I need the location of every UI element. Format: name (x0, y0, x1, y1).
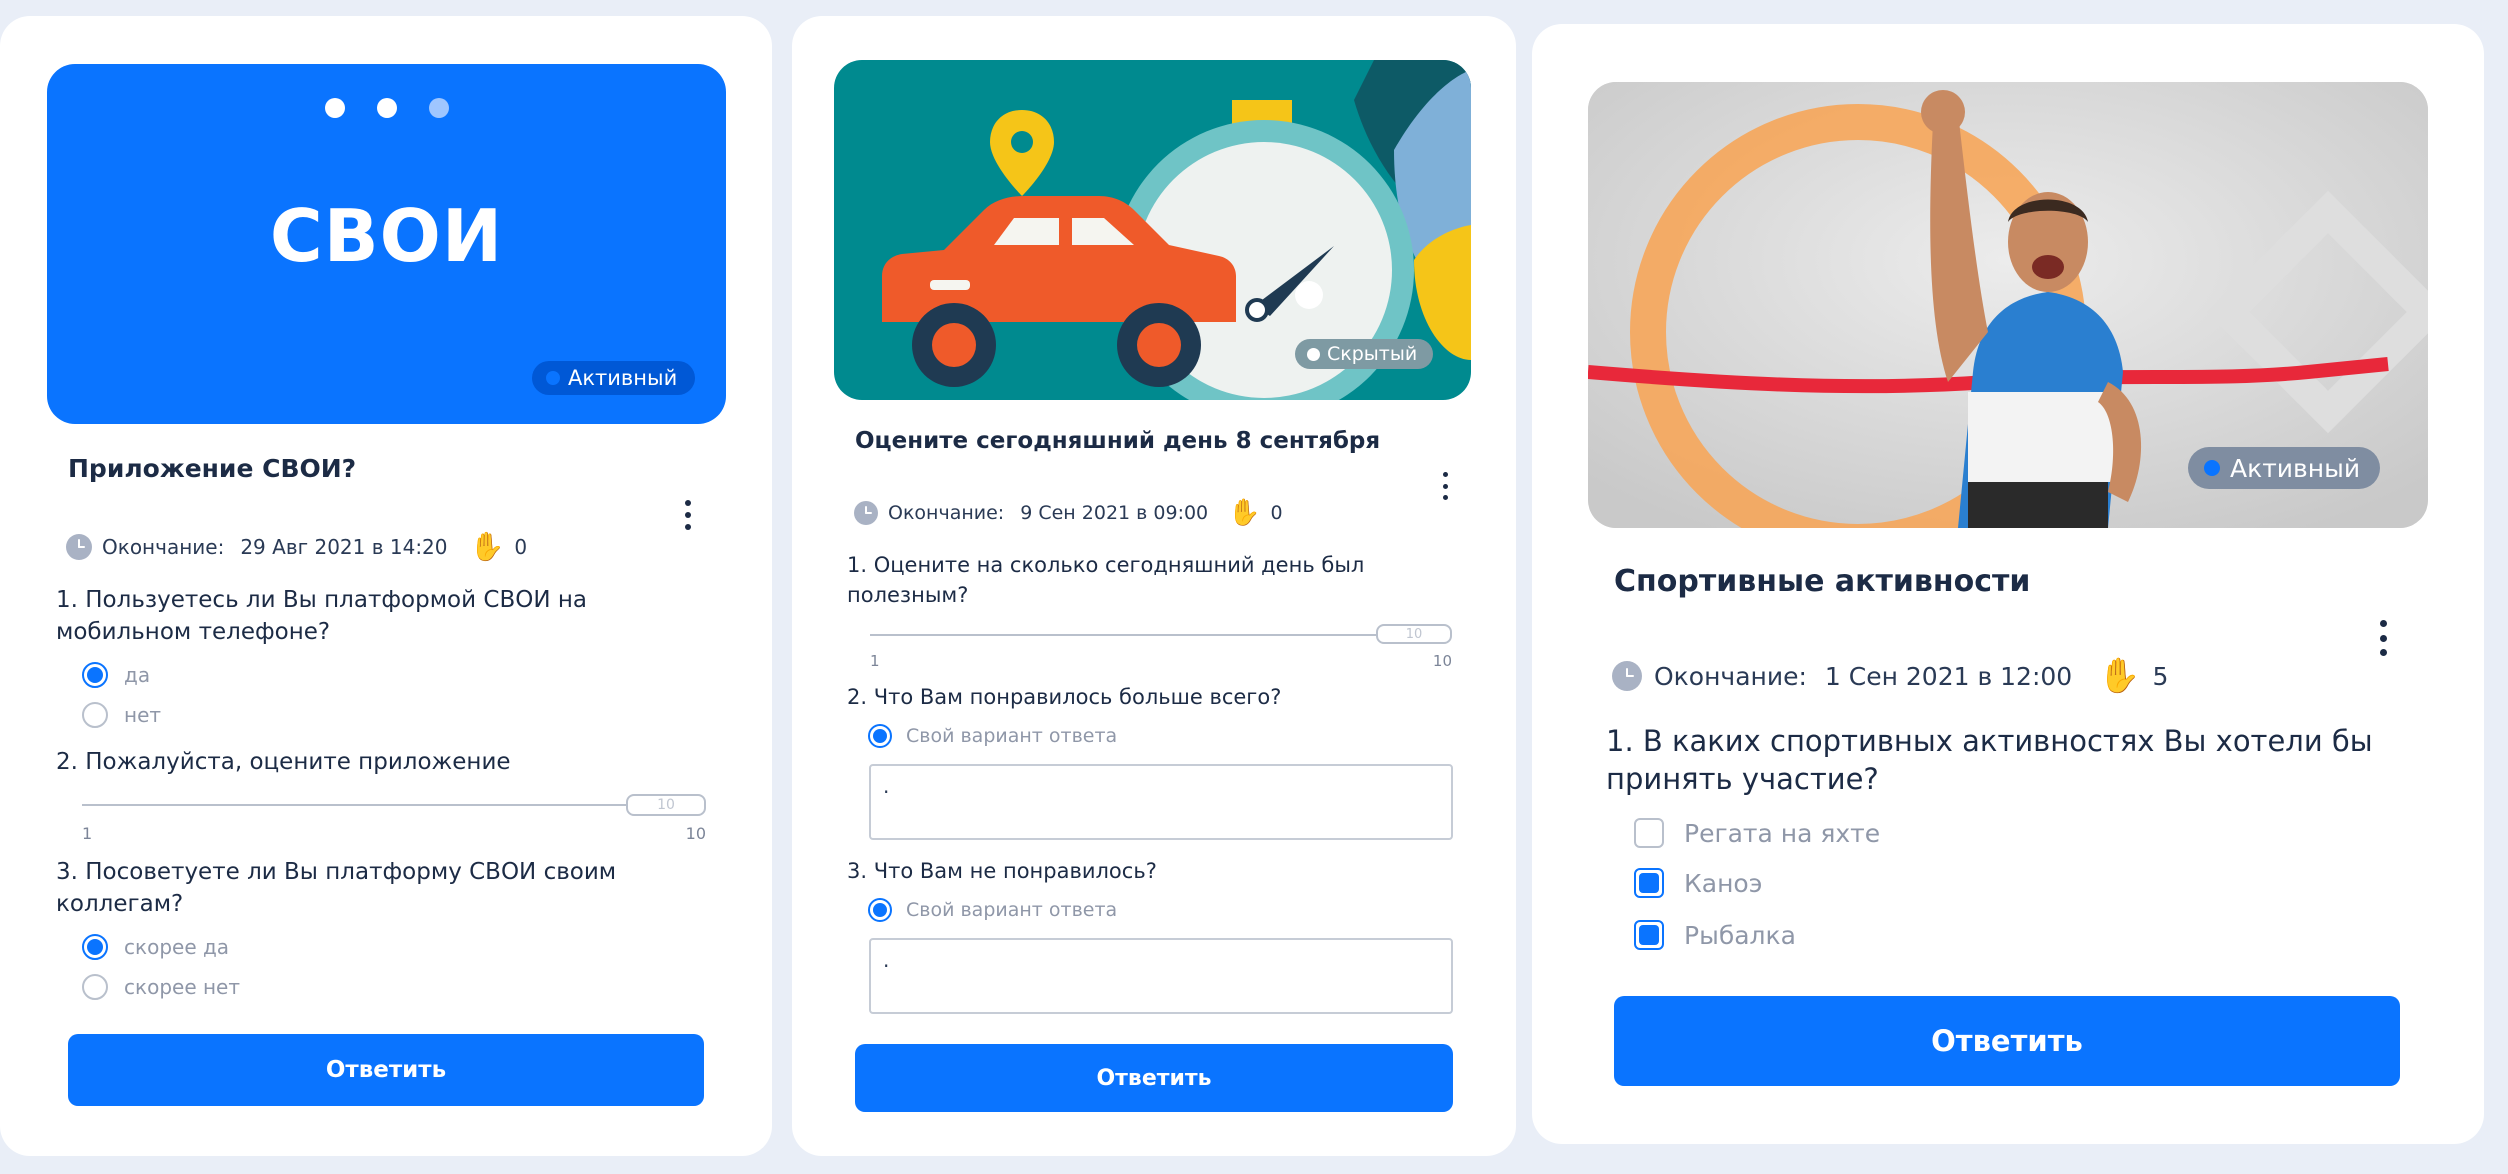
option-label: Свой вариант ответа (906, 899, 1118, 921)
end-label: Окончание: (102, 534, 225, 559)
radio-button[interactable] (868, 724, 892, 748)
radio-option[interactable]: нет (82, 702, 161, 728)
checkbox[interactable] (1634, 868, 1664, 898)
end-label: Окончание: (888, 502, 1005, 524)
answer-button[interactable]: Ответить (1614, 996, 2400, 1086)
radio-button[interactable] (868, 898, 892, 922)
clock-icon (1612, 661, 1642, 691)
question-1: 1. Пользуетесь ли Вы платформой СВОИ на … (56, 587, 587, 645)
end-date: 9 Сен 2021 в 09:00 (1020, 502, 1209, 524)
custom-answer-field[interactable]: . (869, 938, 1453, 1014)
banner-logo-text: СВОИ (269, 194, 504, 278)
carousel-dots[interactable] (325, 98, 449, 118)
slider-min-label: 1 (870, 652, 880, 670)
radio-button[interactable] (82, 934, 108, 960)
survey-card-day-rating: Скрытый Оцените сегодняшний день 8 сентя… (792, 16, 1516, 1156)
carousel-dot[interactable] (325, 98, 345, 118)
survey-title: Приложение СВОИ? (68, 454, 357, 483)
response-count: 0 (1270, 502, 1283, 524)
option-label: Каноэ (1684, 868, 1763, 898)
status-badge: Скрытый (1295, 339, 1434, 369)
status-label: Активный (568, 366, 678, 390)
response-count: 5 (2152, 661, 2169, 691)
option-label: да (124, 663, 151, 687)
end-date: 1 Сен 2021 в 12:00 (1824, 661, 2073, 691)
checkbox-option[interactable]: Регата на яхте (1634, 818, 1880, 848)
more-options-icon[interactable] (1435, 472, 1455, 500)
option-label: Регата на яхте (1684, 818, 1881, 848)
slider-thumb[interactable]: 10 (1376, 624, 1452, 644)
question-1: 1. В каких спортивных активностях Вы хот… (1606, 724, 2373, 796)
end-date: 29 Авг 2021 в 14:20 (240, 534, 448, 559)
option-label: нет (124, 703, 162, 727)
checkbox[interactable] (1634, 920, 1664, 950)
carousel-dot[interactable] (377, 98, 397, 118)
answer-button[interactable]: Ответить (68, 1034, 704, 1106)
status-dot (546, 371, 560, 385)
status-label: Скрытый (1327, 343, 1418, 365)
radio-option[interactable]: скорее да (82, 934, 229, 960)
status-label: Активный (2230, 453, 2361, 483)
status-badge: Активный (532, 361, 696, 395)
hand-icon: ✋ (469, 530, 505, 563)
survey-meta: Окончание: 9 Сен 2021 в 09:00 ✋ 0 (854, 498, 1283, 528)
more-options-icon[interactable] (2372, 620, 2394, 656)
radio-button[interactable] (82, 974, 108, 1000)
custom-answer-field[interactable]: . (869, 764, 1453, 840)
option-label: скорее да (124, 935, 230, 959)
survey-card-sports: Активный Спортивные активности Окончание… (1532, 24, 2484, 1144)
radio-option[interactable]: да (82, 662, 150, 688)
survey-card-svoi: СВОИ Активный Приложение СВОИ? Окончание… (0, 16, 772, 1156)
radio-button[interactable] (82, 702, 108, 728)
option-label: Рыбалка (1684, 920, 1796, 950)
rating-slider[interactable]: 10 1 10 (870, 622, 1452, 674)
rating-slider[interactable]: 10 1 10 (82, 792, 706, 848)
radio-option[interactable]: скорее нет (82, 974, 240, 1000)
clock-icon (66, 533, 92, 560)
question-2: 2. Что Вам понравилось больше всего? (847, 685, 1282, 709)
survey-banner: Активный (1588, 82, 2428, 528)
checkbox[interactable] (1634, 818, 1664, 848)
survey-meta: Окончание: 29 Авг 2021 в 14:20 ✋ 0 (66, 530, 527, 563)
answer-button[interactable]: Ответить (855, 1044, 1453, 1112)
slider-min-label: 1 (82, 824, 93, 843)
clock-icon (854, 501, 878, 525)
hand-icon: ✋ (2098, 656, 2141, 696)
more-options-icon[interactable] (678, 500, 698, 530)
question-1: 1. Оцените на сколько сегодняшний день б… (847, 553, 1365, 607)
slider-max-label: 10 (1432, 652, 1452, 670)
slider-max-label: 10 (685, 824, 706, 843)
survey-banner: Скрытый (834, 60, 1471, 400)
response-count: 0 (514, 534, 528, 559)
radio-option[interactable]: Свой вариант ответа (868, 898, 1117, 922)
slider-track (82, 804, 706, 806)
option-label: скорее нет (124, 975, 241, 999)
slider-track (870, 634, 1452, 636)
status-badge: Активный (2188, 447, 2381, 489)
option-label: Свой вариант ответа (906, 725, 1118, 747)
status-dot (2204, 460, 2220, 476)
question-3: 3. Что Вам не понравилось? (847, 859, 1157, 883)
radio-button[interactable] (82, 662, 108, 688)
survey-title: Оцените сегодняшний день 8 сентября (855, 428, 1381, 454)
status-dot (1307, 347, 1320, 361)
survey-meta: Окончание: 1 Сен 2021 в 12:00 ✋ 5 (1612, 656, 2168, 696)
end-label: Окончание: (1654, 661, 1807, 691)
question-2: 2. Пожалуйста, оцените приложение (56, 749, 511, 775)
checkbox-option[interactable]: Каноэ (1634, 868, 1762, 898)
checkbox-option[interactable]: Рыбалка (1634, 920, 1796, 950)
carousel-dot[interactable] (429, 98, 449, 118)
question-3: 3. Посоветуете ли Вы платформу СВОИ свои… (56, 859, 617, 917)
hand-icon: ✋ (1228, 498, 1261, 528)
survey-title: Спортивные активности (1614, 564, 2031, 599)
survey-banner: СВОИ Активный (47, 64, 726, 424)
slider-thumb[interactable]: 10 (626, 794, 706, 816)
radio-option[interactable]: Свой вариант ответа (868, 724, 1117, 748)
